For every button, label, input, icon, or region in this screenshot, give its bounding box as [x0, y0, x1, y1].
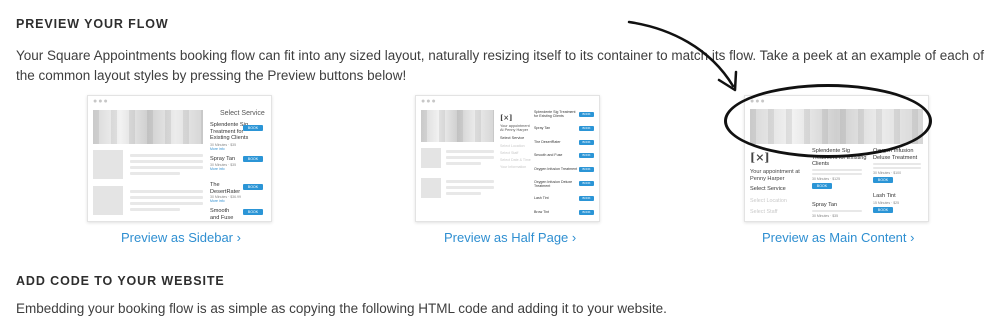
window-dots: ●●●: [93, 98, 109, 105]
window-dots: ●●●: [421, 98, 437, 105]
step-select-staff: Select Staff: [750, 209, 778, 215]
book-now-button[interactable]: BOOK NOW: [579, 112, 594, 121]
placeholder-line: [446, 150, 494, 153]
placeholder-image: [93, 150, 123, 179]
placeholder-line: [130, 154, 203, 157]
service-name: Spray Tan: [534, 126, 551, 130]
square-logo-icon: [×]: [500, 113, 513, 122]
select-service-step[interactable]: Select Service: [750, 186, 786, 194]
placeholder-line: [130, 166, 203, 169]
service-more-link[interactable]: More info: [210, 147, 225, 151]
arrow-shaft: [627, 20, 735, 88]
book-now-button[interactable]: BOOK NOW: [579, 210, 594, 219]
placeholder-image: [421, 148, 441, 168]
placeholder-line: [812, 173, 862, 175]
placeholder-line: [130, 208, 180, 211]
service-name: Oxygen Infusion Deluxe Treatment: [534, 180, 573, 188]
service-meta: 15 Minutes · $25: [873, 201, 900, 205]
preview-sidebar-link[interactable]: Preview as Sidebar ›: [121, 230, 241, 245]
service-name: Splendente Sig Treatment for Existing Cl…: [534, 110, 576, 118]
service-name: Lash Tint: [873, 193, 896, 199]
placeholder-line: [446, 186, 494, 189]
placeholder-line: [130, 202, 203, 205]
service-name: Smooth and Fuse: [534, 153, 563, 157]
book-now-button[interactable]: BOOK NOW: [579, 181, 594, 190]
service-meta: 30 Minutes · $35: [812, 214, 839, 218]
salon-photo: [93, 110, 203, 144]
service-name: Brow Tint: [534, 210, 549, 214]
book-now-button[interactable]: BOOK NOW: [243, 156, 263, 167]
book-now-button[interactable]: BOOK NOW: [873, 177, 893, 188]
step-select-location: Select Location: [500, 144, 525, 148]
service-name: Lash Tint: [534, 196, 549, 200]
step-select-location: Select Location: [750, 198, 787, 204]
placeholder-line: [812, 210, 862, 212]
placeholder-line: [130, 196, 203, 199]
salon-photo: [421, 110, 494, 142]
add-code-heading: ADD CODE TO YOUR WEBSITE: [16, 274, 225, 288]
placeholder-image: [421, 178, 441, 198]
sidebar-preview-card[interactable]: ●●● Select Service Splendente Sig Treatm…: [87, 95, 272, 222]
placeholder-line: [130, 190, 203, 193]
service-more-link[interactable]: More info: [210, 199, 225, 203]
book-now-button[interactable]: BOOK NOW: [812, 183, 832, 194]
appointment-label: Your appointment at Penny Harper: [750, 169, 800, 182]
book-now-button[interactable]: BOOK NOW: [579, 140, 594, 149]
placeholder-line: [446, 156, 494, 159]
placeholder-line: [873, 163, 921, 165]
book-now-button[interactable]: BOOK NOW: [873, 207, 893, 218]
square-logo-icon: [×]: [750, 151, 770, 164]
preview-heading: PREVIEW YOUR FLOW: [16, 17, 169, 31]
book-now-button[interactable]: BOOK NOW: [579, 126, 594, 135]
half-page-preview-card[interactable]: ●●● [×] Your appointment At Penny Harper…: [415, 95, 600, 222]
book-now-button[interactable]: BOOK NOW: [243, 125, 263, 136]
preview-description: Your Square Appointments booking flow ca…: [16, 48, 985, 83]
placeholder-line: [130, 172, 180, 175]
placeholder-line: [812, 169, 862, 171]
annotation-circle: [724, 84, 932, 158]
select-service-step[interactable]: Select Service: [500, 136, 524, 140]
service-name: The DesertRater: [210, 182, 241, 195]
service-more-link[interactable]: More info: [210, 167, 225, 171]
service-name: Oxygen Infusion Treatment: [534, 167, 578, 171]
annotation-arrow: [627, 20, 738, 92]
book-now-button[interactable]: BOOK NOW: [579, 167, 594, 176]
preview-half-page-link[interactable]: Preview as Half Page ›: [444, 230, 576, 245]
service-name: Smooth and Fuse: [210, 208, 234, 221]
step-select-staff: Select Staff: [500, 151, 519, 155]
placeholder-line: [446, 162, 481, 165]
book-now-button[interactable]: BOOK NOW: [243, 184, 263, 195]
service-meta: 30 Minutes · $125: [812, 177, 841, 181]
placeholder-line: [130, 160, 203, 163]
book-now-button[interactable]: BOOK NOW: [243, 209, 263, 220]
preview-main-content-link[interactable]: Preview as Main Content ›: [762, 230, 914, 245]
staff-label: At Penny Harper: [500, 128, 529, 132]
step-select-date: Select Date & Time: [500, 158, 531, 162]
placeholder-line: [446, 180, 494, 183]
step-your-information: Your Information: [500, 165, 527, 169]
placeholder-line: [873, 167, 921, 169]
service-name: Spray Tan: [812, 202, 838, 208]
placeholder-line: [446, 192, 481, 195]
add-code-description: Embedding your booking flow is as simple…: [16, 301, 667, 316]
arrow-head: [717, 70, 738, 92]
placeholder-image: [93, 186, 123, 215]
service-meta: 30 Minutes · $100: [873, 171, 902, 175]
book-now-button[interactable]: BOOK NOW: [579, 153, 594, 162]
book-now-button[interactable]: BOOK NOW: [579, 196, 594, 205]
service-name: The DesertRater: [534, 140, 561, 144]
select-service-title: Select Service: [220, 110, 265, 117]
